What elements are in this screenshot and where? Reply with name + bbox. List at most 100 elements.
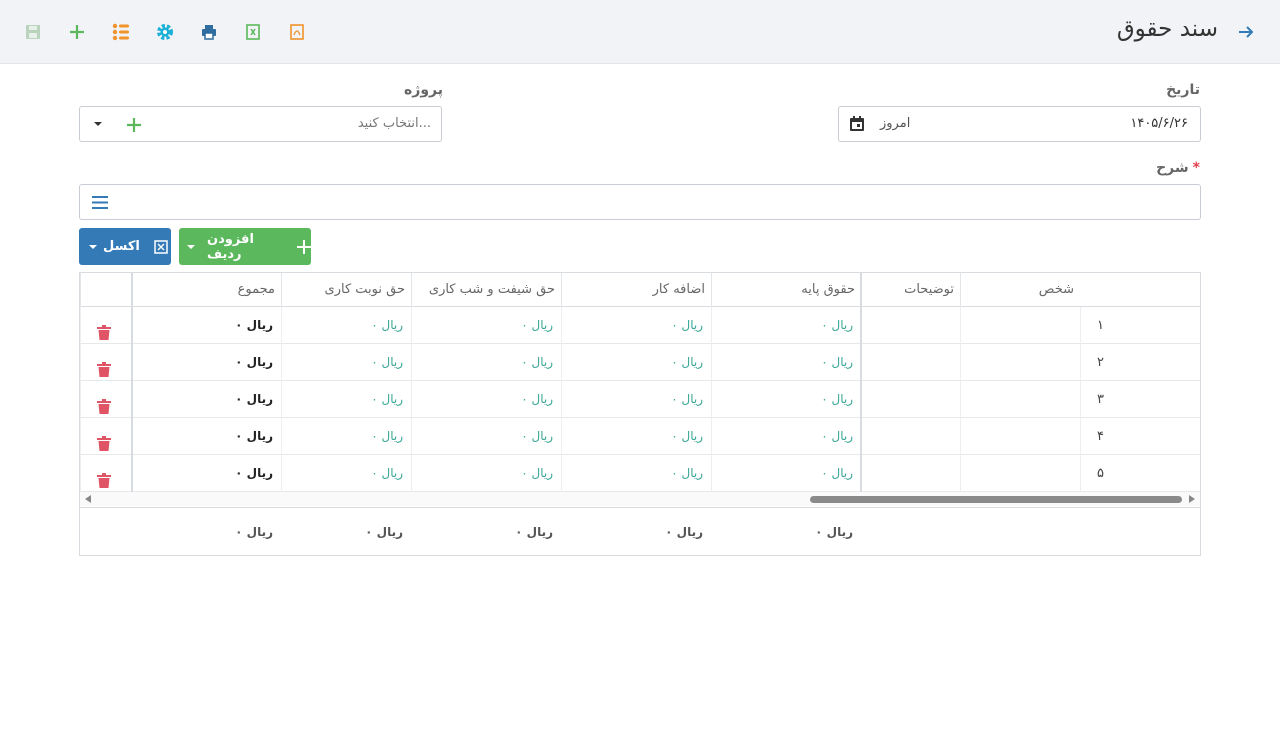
menu-icon[interactable] bbox=[91, 195, 109, 210]
add-row-button[interactable]: افزودن ردیف bbox=[179, 228, 311, 265]
trash-icon[interactable] bbox=[97, 429, 111, 451]
base-salary-cell[interactable]: ریال ۰ bbox=[711, 455, 861, 492]
excel-button[interactable]: اکسل bbox=[79, 228, 171, 265]
footer-base: ریال ۰ bbox=[815, 525, 853, 539]
table-row[interactable]: ۵ ریال ۰ ریال ۰ ریال ۰ ریال ۰ ریال ۰ bbox=[80, 455, 1200, 492]
shift-cell[interactable]: ریال ۰ bbox=[411, 418, 561, 455]
excel-label: اکسل bbox=[103, 239, 140, 254]
pdf-icon[interactable] bbox=[285, 20, 309, 44]
back-arrow-icon[interactable] bbox=[1234, 20, 1258, 44]
trash-icon[interactable] bbox=[97, 318, 111, 340]
add-row-label: افزودن ردیف bbox=[207, 231, 254, 262]
base-salary-cell[interactable]: ریال ۰ bbox=[711, 418, 861, 455]
table-header: شخص توضیحات حقوق پایه اضافه کار حق شیفت … bbox=[80, 273, 1200, 307]
total-cell: ریال ۰ bbox=[131, 307, 281, 344]
turn-cell[interactable]: ریال ۰ bbox=[281, 455, 411, 492]
actions-cell bbox=[80, 455, 131, 492]
trash-icon[interactable] bbox=[97, 392, 111, 414]
base-salary-cell[interactable]: ریال ۰ bbox=[711, 381, 861, 418]
description-cell[interactable] bbox=[860, 381, 960, 418]
description-cell[interactable] bbox=[860, 418, 960, 455]
salary-table: شخص توضیحات حقوق پایه اضافه کار حق شیفت … bbox=[79, 272, 1201, 556]
add-icon[interactable] bbox=[65, 20, 89, 44]
actions-cell bbox=[80, 307, 131, 344]
overtime-cell[interactable]: ریال ۰ bbox=[561, 418, 711, 455]
excel-file-icon bbox=[154, 239, 168, 254]
scroll-left-arrow[interactable] bbox=[85, 495, 91, 503]
today-link[interactable]: امروز bbox=[880, 116, 910, 131]
add-row-dropdown-caret[interactable] bbox=[187, 244, 195, 249]
date-field[interactable]: ۱۴۰۵/۶/۲۶ امروز bbox=[838, 106, 1201, 142]
table-footer: ریال ۰ ریال ۰ ریال ۰ ریال ۰ ریال ۰ bbox=[80, 507, 1200, 555]
project-placeholder: انتخاب کنید... bbox=[357, 116, 431, 131]
calendar-icon[interactable] bbox=[849, 116, 865, 132]
table-row[interactable]: ۲ ریال ۰ ریال ۰ ریال ۰ ریال ۰ ریال ۰ bbox=[80, 344, 1200, 381]
footer-shift: ریال ۰ bbox=[515, 525, 553, 539]
person-cell[interactable] bbox=[960, 455, 1080, 492]
excel-icon[interactable] bbox=[241, 20, 265, 44]
column-person[interactable]: شخص bbox=[960, 273, 1080, 307]
scrollbar-thumb[interactable] bbox=[810, 496, 1182, 503]
table-row[interactable]: ۳ ریال ۰ ریال ۰ ریال ۰ ریال ۰ ریال ۰ bbox=[80, 381, 1200, 418]
column-base-salary[interactable]: حقوق پایه bbox=[711, 273, 861, 307]
description-cell[interactable] bbox=[860, 344, 960, 381]
list-icon[interactable] bbox=[109, 20, 133, 44]
overtime-cell[interactable]: ریال ۰ bbox=[561, 307, 711, 344]
overtime-cell[interactable]: ریال ۰ bbox=[561, 381, 711, 418]
actions-cell bbox=[80, 418, 131, 455]
table-row[interactable]: ۴ ریال ۰ ریال ۰ ریال ۰ ریال ۰ ریال ۰ bbox=[80, 418, 1200, 455]
overtime-cell[interactable]: ریال ۰ bbox=[561, 455, 711, 492]
turn-cell[interactable]: ریال ۰ bbox=[281, 307, 411, 344]
horizontal-scrollbar[interactable] bbox=[80, 492, 1200, 506]
column-shift[interactable]: حق شیفت و شب کاری bbox=[411, 273, 561, 307]
description-cell[interactable] bbox=[860, 455, 960, 492]
shift-cell[interactable]: ریال ۰ bbox=[411, 381, 561, 418]
person-cell[interactable] bbox=[960, 418, 1080, 455]
turn-cell[interactable]: ریال ۰ bbox=[281, 418, 411, 455]
date-value[interactable]: ۱۴۰۵/۶/۲۶ bbox=[1130, 116, 1188, 131]
footer-overtime: ریال ۰ bbox=[665, 525, 703, 539]
footer-total: ریال ۰ bbox=[235, 525, 273, 539]
required-marker: * bbox=[1192, 160, 1200, 176]
shift-cell[interactable]: ریال ۰ bbox=[411, 307, 561, 344]
person-cell[interactable] bbox=[960, 344, 1080, 381]
total-cell: ریال ۰ bbox=[131, 455, 281, 492]
column-turn[interactable]: حق نوبت کاری bbox=[281, 273, 411, 307]
trash-icon[interactable] bbox=[97, 466, 111, 488]
person-cell[interactable] bbox=[960, 307, 1080, 344]
total-cell: ریال ۰ bbox=[131, 418, 281, 455]
turn-cell[interactable]: ریال ۰ bbox=[281, 344, 411, 381]
print-icon[interactable] bbox=[197, 20, 221, 44]
description-cell[interactable] bbox=[860, 307, 960, 344]
settings-icon[interactable] bbox=[153, 20, 177, 44]
scroll-right-arrow[interactable] bbox=[1189, 495, 1195, 503]
chevron-down-icon[interactable] bbox=[94, 122, 102, 126]
trash-icon[interactable] bbox=[97, 355, 111, 377]
person-cell[interactable] bbox=[960, 381, 1080, 418]
turn-cell[interactable]: ریال ۰ bbox=[281, 381, 411, 418]
row-number: ۲ bbox=[1080, 344, 1120, 381]
footer-turn: ریال ۰ bbox=[365, 525, 403, 539]
shift-cell[interactable]: ریال ۰ bbox=[411, 455, 561, 492]
table-row[interactable]: ۱ ریال ۰ ریال ۰ ریال ۰ ریال ۰ ریال ۰ bbox=[80, 307, 1200, 344]
row-number: ۵ bbox=[1080, 455, 1120, 492]
total-cell: ریال ۰ bbox=[131, 381, 281, 418]
save-icon[interactable] bbox=[21, 20, 45, 44]
description-input[interactable] bbox=[79, 184, 1201, 220]
row-number: ۱ bbox=[1080, 307, 1120, 344]
shift-cell[interactable]: ریال ۰ bbox=[411, 344, 561, 381]
column-overtime[interactable]: اضافه کار bbox=[561, 273, 711, 307]
page-header: سند حقوق bbox=[0, 0, 1280, 64]
project-select[interactable]: انتخاب کنید... bbox=[79, 106, 442, 142]
add-project-icon[interactable] bbox=[124, 115, 144, 135]
excel-dropdown-caret[interactable] bbox=[89, 244, 97, 249]
column-total[interactable]: مجموع bbox=[131, 273, 281, 307]
row-number: ۴ bbox=[1080, 418, 1120, 455]
description-label: شرح * bbox=[1156, 160, 1200, 176]
total-cell: ریال ۰ bbox=[131, 344, 281, 381]
overtime-cell[interactable]: ریال ۰ bbox=[561, 344, 711, 381]
column-description[interactable]: توضیحات bbox=[860, 273, 960, 307]
base-salary-cell[interactable]: ریال ۰ bbox=[711, 307, 861, 344]
plus-icon bbox=[297, 239, 311, 254]
base-salary-cell[interactable]: ریال ۰ bbox=[711, 344, 861, 381]
